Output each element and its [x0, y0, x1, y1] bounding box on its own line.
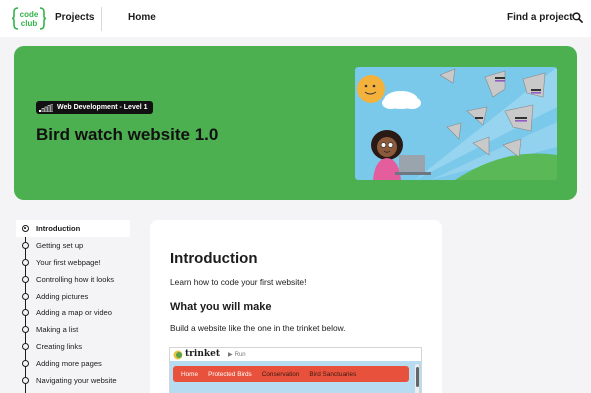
run-button[interactable]: ▶ Run	[228, 351, 246, 358]
step-item-navigating-your-website[interactable]: Navigating your website	[16, 372, 130, 389]
project-hero-banner: Web Development - Level 1 Bird watch web…	[14, 46, 577, 200]
section-text: Build a website like the one in the trin…	[170, 323, 346, 333]
step-marker-icon	[22, 292, 29, 300]
step-marker-icon	[22, 377, 29, 385]
step-item-your-first-webpage[interactable]: Your first webpage!	[16, 254, 130, 271]
code-club-logo[interactable]: code club	[11, 6, 47, 31]
nav-divider	[101, 7, 102, 31]
trinket-embed[interactable]: trinket ▶ Run Home Protected Birds Conser…	[169, 347, 422, 393]
step-item-getting-set-up[interactable]: Getting set up	[16, 237, 130, 254]
step-item-creating-links[interactable]: Creating links	[16, 338, 130, 355]
step-item-adding-more-pages[interactable]: Adding more pages	[16, 355, 130, 372]
step-item-introduction[interactable]: Introduction	[16, 220, 130, 237]
step-marker-icon	[22, 360, 29, 368]
level-badge: Web Development - Level 1	[36, 101, 153, 114]
svg-text:code: code	[20, 10, 39, 19]
preview-nav-conservation[interactable]: Conservation	[262, 371, 300, 378]
step-heading: Introduction	[170, 250, 258, 267]
preview-nav-bird-sanctuaries[interactable]: Bird Sanctuaries	[309, 371, 356, 378]
home-link[interactable]: Home	[128, 12, 156, 23]
badge-label: Web Development - Level 1	[57, 104, 148, 111]
step-marker-icon	[22, 309, 29, 317]
step-marker-icon	[22, 258, 29, 266]
step-item-controlling-how-it-looks[interactable]: Controlling how it looks	[16, 271, 130, 288]
preview-nav-protected-birds[interactable]: Protected Birds	[208, 371, 252, 378]
step-marker-icon	[22, 241, 29, 249]
search-icon[interactable]	[572, 12, 583, 23]
preview-site-nav: Home Protected Birds Conservation Bird S…	[173, 366, 409, 382]
project-illustration	[355, 67, 557, 180]
step-item-making-a-list[interactable]: Making a list	[16, 321, 130, 338]
projects-link[interactable]: Projects	[55, 12, 94, 23]
step-marker-icon	[22, 275, 29, 283]
trinket-name: trinket	[185, 349, 220, 359]
trinket-logo-icon	[173, 350, 183, 360]
intro-text: Learn how to code your first website!	[170, 277, 307, 287]
step-item-adding-a-map-or-video[interactable]: Adding a map or video	[16, 304, 130, 321]
preview-nav-home[interactable]: Home	[181, 371, 198, 378]
level-bars-icon	[39, 103, 53, 112]
step-marker-icon	[22, 225, 29, 232]
step-marker-icon	[22, 326, 29, 334]
trinket-toolbar: trinket ▶ Run	[170, 348, 421, 361]
find-a-project-link[interactable]: Find a project	[507, 12, 573, 23]
step-item-adding-pictures[interactable]: Adding pictures	[16, 288, 130, 305]
project-title: Bird watch website 1.0	[36, 125, 219, 144]
play-icon: ▶	[228, 352, 233, 358]
step-marker-icon	[22, 343, 29, 351]
top-navigation: code club Projects Home Find a project	[0, 0, 591, 37]
section-subheading: What you will make	[170, 301, 272, 313]
preview-scrollbar-thumb[interactable]	[415, 367, 419, 387]
project-steps-nav: Introduction Getting set up Your first w…	[16, 220, 130, 389]
trinket-preview: Home Protected Birds Conservation Bird S…	[170, 361, 421, 393]
svg-text:club: club	[21, 19, 38, 28]
step-content-card: Introduction Learn how to code your firs…	[150, 220, 442, 393]
